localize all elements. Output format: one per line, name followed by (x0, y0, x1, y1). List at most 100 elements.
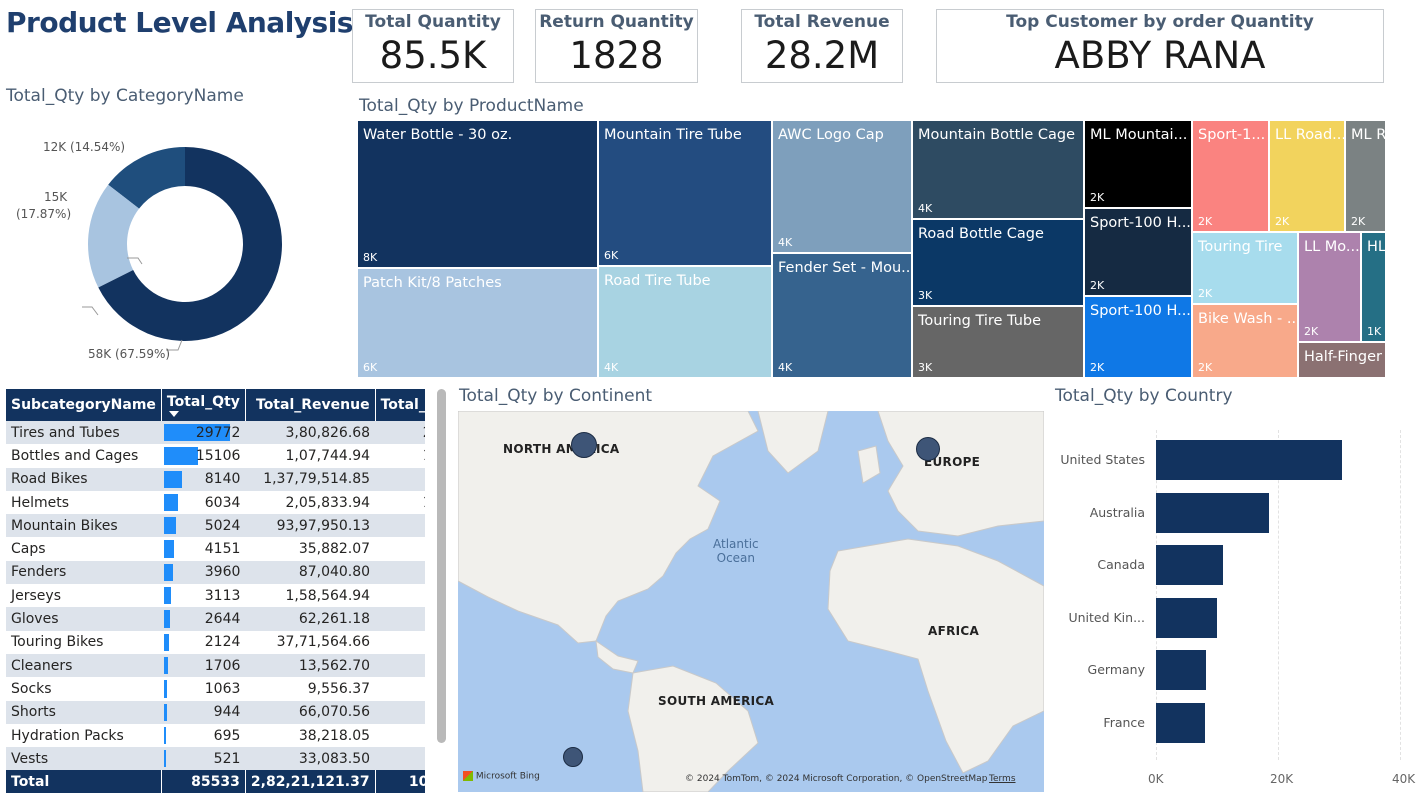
treemap-tile[interactable]: ML Ro... 2K (1345, 120, 1386, 232)
cell-total-revenue: 13,562.70 (245, 653, 376, 678)
product-treemap[interactable]: Water Bottle - 30 oz. 8K Patch Kit/8 Patch… (357, 120, 1386, 378)
map-bubble-europe[interactable] (916, 437, 940, 461)
country-bar[interactable] (1156, 440, 1343, 480)
ocean-label-line1: Atlantic (713, 537, 759, 551)
treemap-tile[interactable]: Sport-100 H... 2K (1084, 208, 1192, 296)
treemap-tile[interactable]: Touring Tire Tube 3K (912, 306, 1084, 378)
treemap-tile[interactable]: Half-Finger Gl... (1298, 342, 1386, 378)
cell-total-lines: 1190 (375, 700, 425, 724)
table-row[interactable]: Cleaners170613,562.702564 (6, 653, 425, 678)
treemap-tile[interactable]: Road Bottle Cage 3K (912, 219, 1084, 306)
treemap-tile-label: ML Mountai... (1090, 127, 1188, 143)
cell-total-qty: 2644 (161, 607, 246, 631)
treemap-tile[interactable]: HL ... 1K (1361, 232, 1386, 342)
treemap-tile[interactable]: ML Mountai... 2K (1084, 120, 1192, 208)
treemap-tile[interactable]: Mountain Tire Tube 6K (598, 120, 772, 266)
treemap-tile-label: LL Mo... (1304, 239, 1360, 255)
table-row[interactable]: Touring Bikes212437,71,564.662185 (6, 630, 425, 654)
table-row[interactable]: Tires and Tubes297723,80,826.6828312 (6, 421, 425, 445)
treemap-tile-value: 4K (604, 361, 619, 374)
country-label: United States (1060, 452, 1145, 467)
country-bar[interactable] (1156, 492, 1269, 533)
total-quantity-card[interactable]: Total Quantity 85.5K (352, 9, 514, 83)
treemap-tile[interactable]: Water Bottle - 30 oz. 8K (357, 120, 598, 268)
treemap-tile-label: Touring Tire Tube (918, 313, 1042, 329)
col-header-subcategory[interactable]: SubcategoryName (6, 389, 162, 421)
map-title: Total_Qty by Continent (459, 386, 653, 406)
cell-total-lines: 28312 (375, 421, 425, 445)
treemap-tile[interactable]: Bike Wash - ... 2K (1192, 304, 1298, 378)
cell-total-revenue: 1,07,744.94 (245, 444, 376, 468)
treemap-tile[interactable]: LL Road... 2K (1269, 120, 1345, 232)
country-bar[interactable] (1156, 597, 1217, 638)
cell-total-lines: 1461 (375, 677, 425, 701)
country-bar[interactable] (1156, 650, 1207, 690)
return-quantity-card[interactable]: Return Quantity 1828 (535, 9, 698, 83)
table-row[interactable]: Shorts94466,070.561190 (6, 700, 425, 724)
top-customer-card[interactable]: Top Customer by order Quantity ABBY RANA (936, 9, 1384, 83)
treemap-tile-label: Road Tire Tube (604, 273, 711, 289)
treemap-tile[interactable]: Road Tire Tube 4K (598, 266, 772, 378)
qty-databar (164, 470, 183, 488)
cell-total-qty: 521 (161, 747, 246, 771)
table-row[interactable]: Jerseys31131,58,564.948287 (6, 584, 425, 608)
treemap-tile-label: Bike Wash - ... (1198, 311, 1298, 327)
cell-total-lines: 16526 (375, 444, 425, 468)
table-row[interactable]: Fenders396087,040.803473 (6, 560, 425, 585)
x-tick-label: 20K (1270, 772, 1294, 786)
cell-subcategory: Hydration Packs (6, 723, 162, 748)
qty-databar (164, 633, 170, 651)
map-bubble-north-america[interactable] (571, 432, 597, 458)
treemap-tile[interactable]: Sport-1... 2K (1192, 120, 1269, 232)
card-value: 28.2M (764, 34, 880, 77)
col-header-total-qty[interactable]: Total_Qty (161, 389, 246, 421)
cell-total-qty: 1063 (161, 677, 246, 701)
table-row[interactable]: Mountain Bikes502493,97,950.134712 (6, 514, 425, 538)
col-header-total-lines[interactable]: Total_Lines (375, 389, 425, 421)
qty-databar (164, 726, 167, 745)
cell-subcategory: Cleaners (6, 653, 162, 678)
country-bar[interactable] (1156, 545, 1224, 585)
table-row[interactable]: Bottles and Cages151061,07,744.9416526 (6, 444, 425, 468)
treemap-tile-value: 2K (1090, 279, 1105, 292)
total-revenue-card[interactable]: Total Revenue 28.2M (741, 9, 903, 83)
cell-total-lines: 2185 (375, 630, 425, 654)
table-row[interactable]: Helmets60342,05,833.9416104 (6, 490, 425, 515)
table-row[interactable]: Road Bikes81401,37,79,514.857129 (6, 467, 425, 491)
country-bar-chart[interactable]: 0K 20K 40K United States Australia Canada Unit… (1055, 420, 1415, 792)
country-bar[interactable] (1156, 702, 1205, 743)
cell-total-qty: 2124 (161, 630, 246, 654)
country-label: Germany (1087, 662, 1145, 677)
cell-total-qty: 5024 (161, 514, 246, 538)
table-row[interactable]: Socks10639,556.371461 (6, 677, 425, 701)
treemap-tile-value: 2K (1198, 287, 1213, 300)
continent-map[interactable]: NORTH AMERICA EUROPE AFRICA SOUTH AMERIC… (458, 411, 1044, 792)
category-donut-chart[interactable]: 12K (14.54%) 15K (17.87%) 58K (67.59%) (0, 110, 340, 380)
treemap-tile[interactable]: Patch Kit/8 Patches 6K (357, 268, 598, 378)
cell-total-lines: 16104 (375, 490, 425, 515)
treemap-tile[interactable]: Fender Set - Mou... 4K (772, 253, 912, 378)
cell-total-lines: 1455 (375, 747, 425, 771)
cell-total-qty: 3113 (161, 584, 246, 608)
table-row[interactable]: Caps415135,882.075602 (6, 537, 425, 561)
table-row[interactable]: Hydration Packs69538,218.051998 (6, 723, 425, 748)
cell-subcategory: Helmets (6, 490, 162, 515)
table-row[interactable]: Vests52133,083.501455 (6, 747, 425, 771)
map-terms-link[interactable]: Terms (989, 774, 1016, 784)
table-row[interactable]: Gloves264462,261.184145 (6, 607, 425, 631)
col-header-total-revenue[interactable]: Total_Revenue (245, 389, 376, 421)
table-scrollbar[interactable] (437, 389, 446, 743)
sort-desc-icon[interactable] (168, 410, 179, 417)
treemap-tile[interactable]: AWC Logo Cap 4K (772, 120, 912, 253)
qty-databar (164, 447, 198, 465)
donut-label-1: 12K (14.54%) (43, 140, 125, 154)
treemap-tile[interactable]: LL Mo... 2K (1298, 232, 1361, 342)
subcategory-table[interactable]: SubcategoryName Total_Qty Total_Revenue … (6, 389, 425, 793)
treemap-tile[interactable]: Touring Tire 2K (1192, 232, 1298, 304)
gridline (1400, 430, 1401, 760)
map-bubble-pacific[interactable] (563, 747, 583, 767)
treemap-tile-label: Touring Tire (1198, 239, 1283, 255)
treemap-tile[interactable]: Mountain Bottle Cage 4K (912, 120, 1084, 219)
treemap-tile-label: AWC Logo Cap (778, 127, 884, 143)
treemap-tile[interactable]: Sport-100 H... 2K (1084, 296, 1192, 378)
